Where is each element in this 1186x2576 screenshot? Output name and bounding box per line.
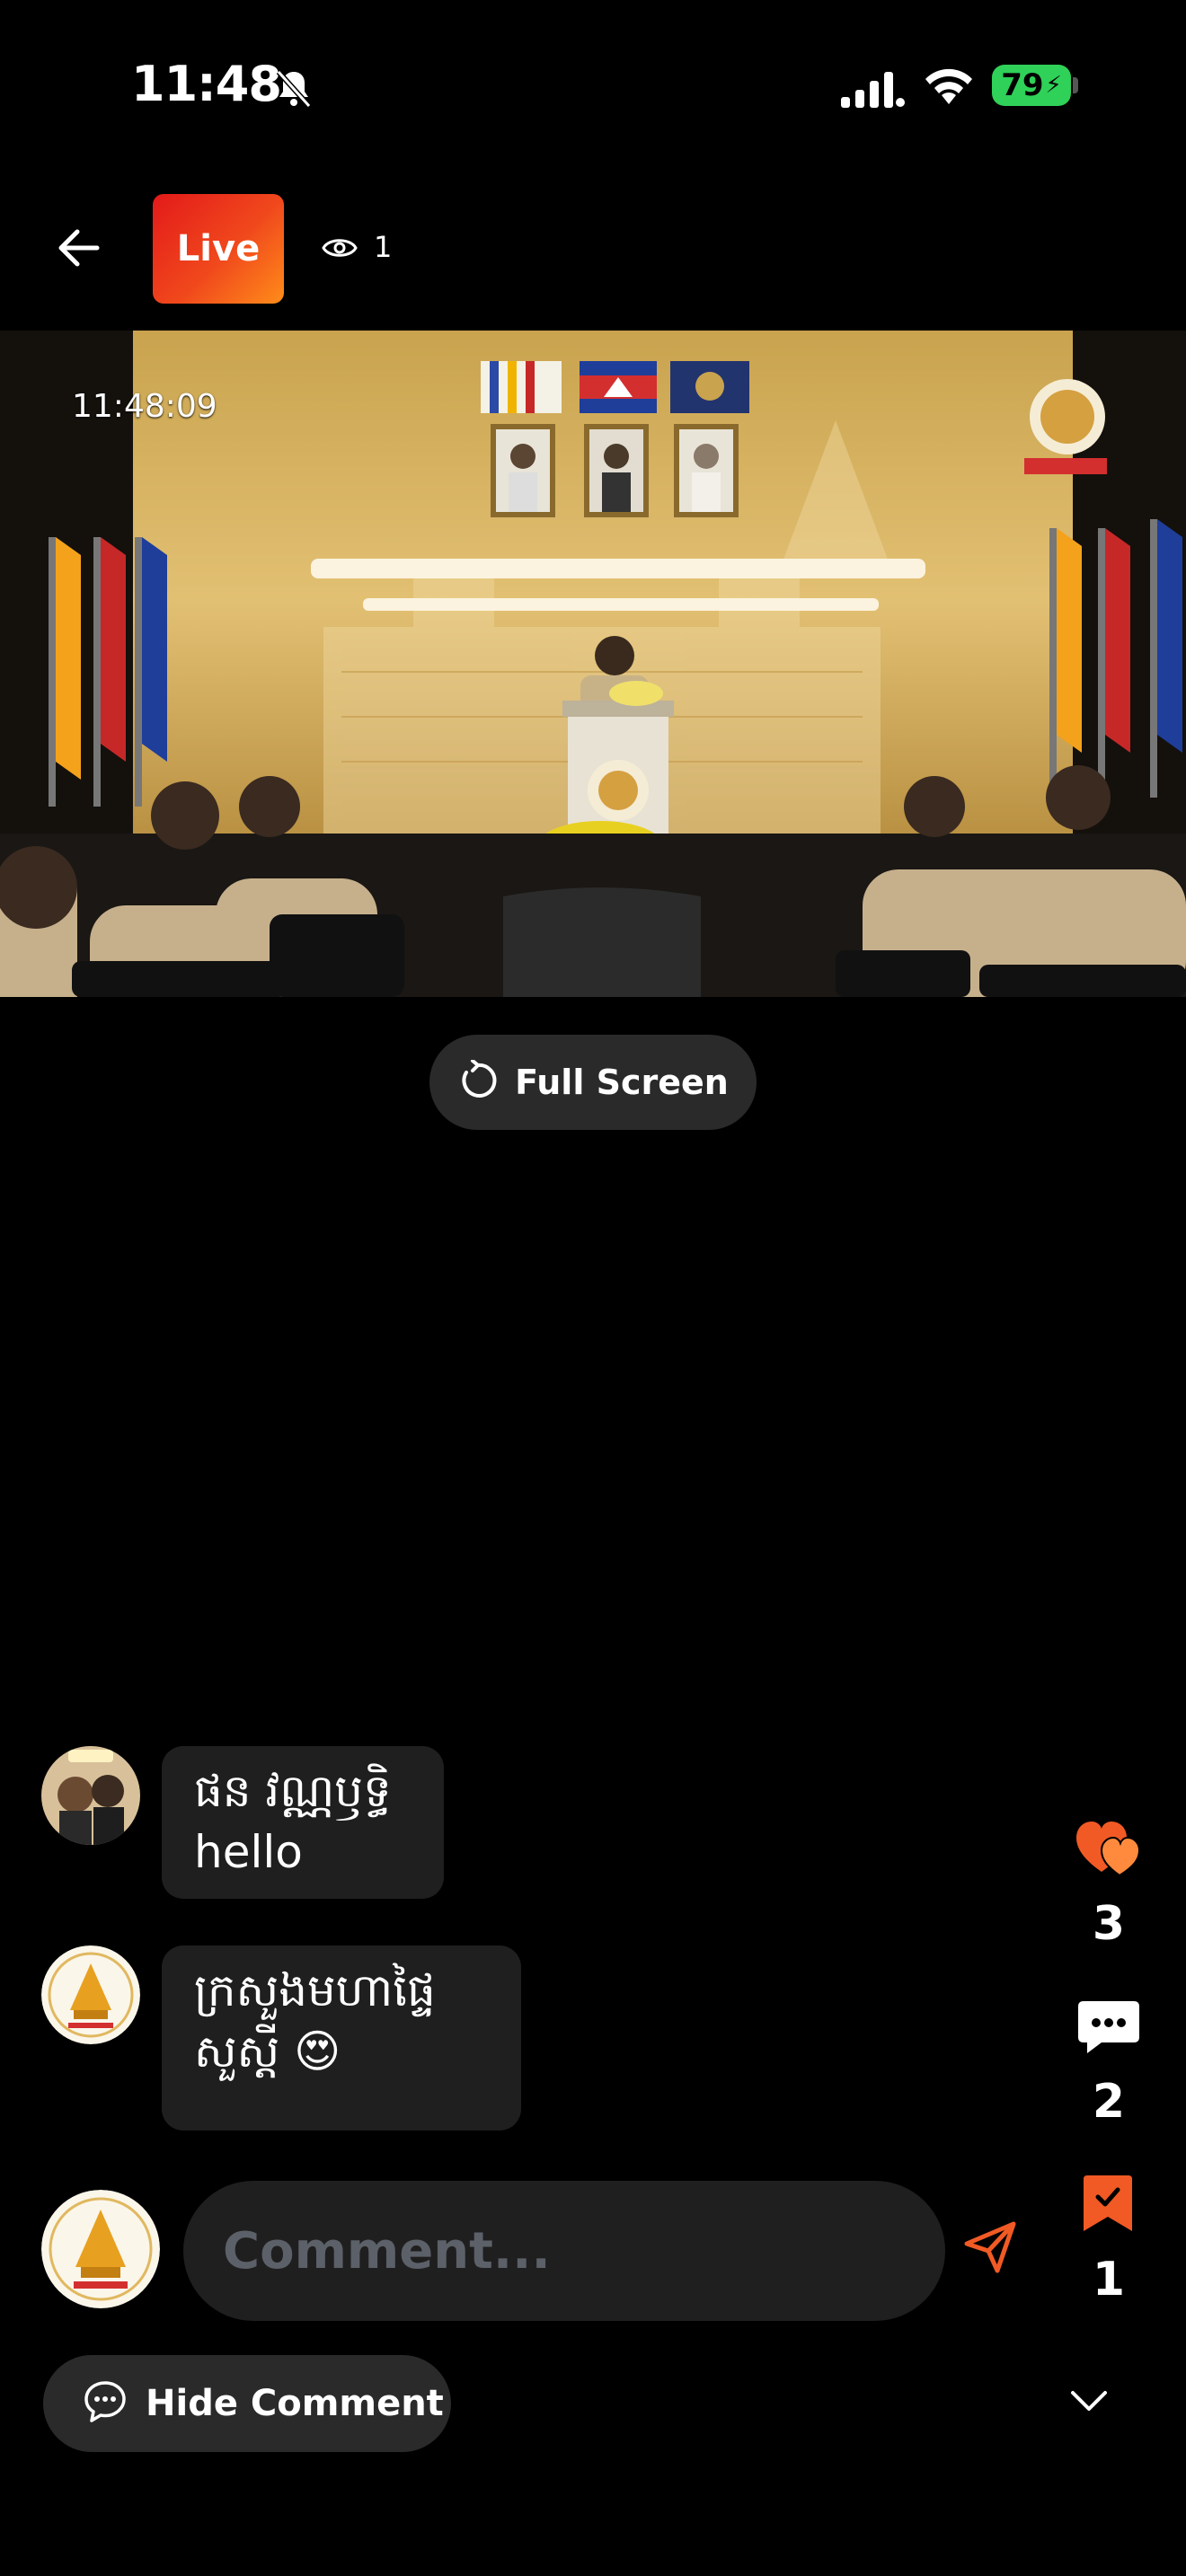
fullscreen-button[interactable]: Full Screen xyxy=(429,1035,757,1130)
comment-text: hello xyxy=(194,1826,303,1878)
bell-slash-icon xyxy=(271,66,316,115)
video-timestamp: 11:48:09 xyxy=(72,388,217,425)
save-count: 1 xyxy=(1092,2253,1126,2307)
hide-comment-label: Hide Comment xyxy=(146,2383,444,2424)
hide-comment-button[interactable]: Hide Comment xyxy=(43,2355,451,2452)
wifi-icon xyxy=(922,65,976,111)
refresh-icon xyxy=(457,1059,499,1105)
fullscreen-label: Full Screen xyxy=(515,1063,729,1102)
chevron-down-icon[interactable] xyxy=(1069,2389,1109,2418)
comment-input[interactable] xyxy=(183,2181,945,2321)
like-count: 3 xyxy=(1092,1897,1126,1951)
live-video-player[interactable] xyxy=(0,331,1186,997)
status-time: 11:48 xyxy=(131,56,282,112)
heart-icon[interactable] xyxy=(1075,1818,1143,1883)
viewer-count: 1 xyxy=(374,230,393,264)
comment-author: ផន វណ្ណឫទ្ធិ xyxy=(194,1765,392,1817)
comment-author: ក្រសួងមហាផ្ទៃ xyxy=(194,1964,436,2016)
send-icon[interactable] xyxy=(961,2219,1019,2280)
chat-icon[interactable] xyxy=(1076,1996,1141,2060)
eye-icon xyxy=(322,230,358,269)
battery-level: 79 xyxy=(1001,67,1044,103)
user-avatar xyxy=(41,2190,160,2308)
comment-text: សួស្តី 😍 xyxy=(194,2025,341,2078)
signal-icon xyxy=(841,70,906,111)
comment-avatar[interactable] xyxy=(41,1746,140,1845)
comment-bubble: ក្រសួងមហាផ្ទៃ សួស្តី 😍 xyxy=(162,1945,521,2130)
comment-avatar[interactable] xyxy=(41,1945,140,2044)
live-badge: Live xyxy=(153,194,284,304)
bookmark-icon[interactable] xyxy=(1082,2174,1134,2236)
comment-bubble: ផន វណ្ណឫទ្ធិ hello xyxy=(162,1746,444,1899)
back-arrow-icon[interactable] xyxy=(56,225,102,275)
battery-indicator: 79 ⚡ xyxy=(992,65,1071,106)
comment-count: 2 xyxy=(1092,2075,1126,2129)
battery-cap xyxy=(1073,77,1078,93)
chat-bubble-icon xyxy=(83,2379,128,2428)
